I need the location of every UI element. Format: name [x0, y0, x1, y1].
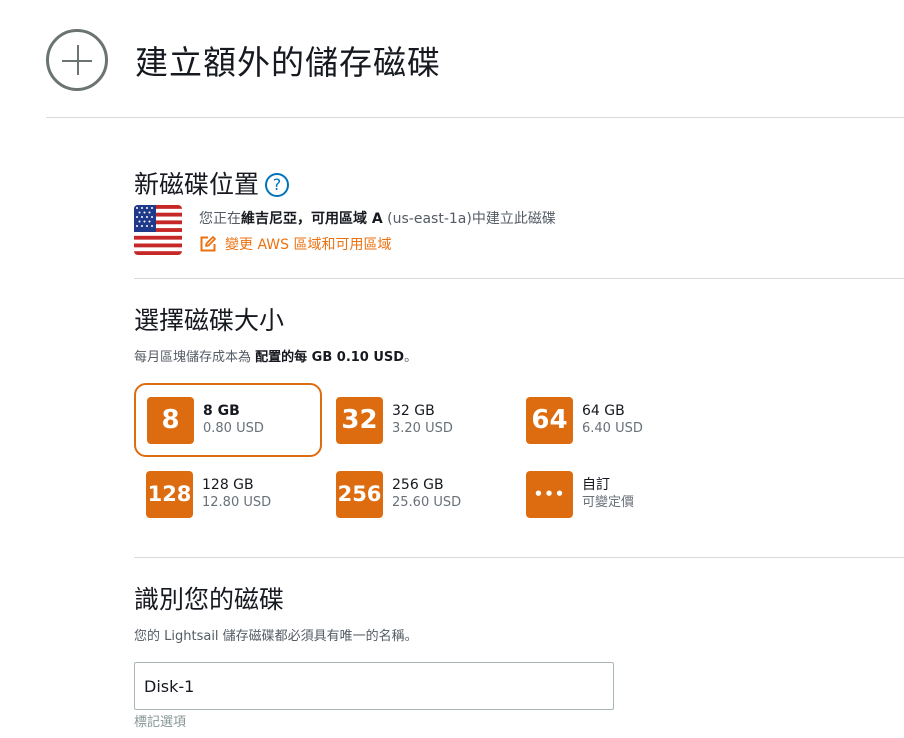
size-option-256gb[interactable]: 256 256 GB 25.60 USD: [325, 457, 513, 531]
location-heading: 新磁碟位置?: [134, 165, 290, 201]
disk-name-input[interactable]: [134, 662, 614, 710]
add-circle-icon: [46, 29, 108, 91]
size-badge: 8: [147, 396, 194, 444]
size-option-custom[interactable]: ••• 自訂 可變定價: [515, 457, 703, 531]
size-gb: 32 GB: [392, 403, 435, 419]
location-prefix: 您正在: [199, 211, 241, 227]
location-heading-text: 新磁碟位置: [134, 170, 260, 199]
section-divider: [134, 278, 904, 279]
size-price: 12.80 USD: [202, 495, 272, 510]
size-price: 0.80 USD: [203, 421, 264, 436]
cost-prefix: 每月區塊儲存成本為: [134, 350, 256, 365]
size-price: 3.20 USD: [392, 421, 453, 436]
size-badge: 128: [146, 470, 193, 518]
cost-suffix: 。: [404, 350, 418, 365]
location-suffix: (us-east-1a)中建立此磁碟: [382, 211, 556, 227]
size-gb: 8 GB: [203, 403, 240, 419]
location-region: 維吉尼亞，可用區域 A: [241, 211, 383, 227]
page-header: 建立額外的儲存磁碟: [46, 29, 441, 91]
size-gb: 256 GB: [392, 477, 444, 493]
size-badge: 64: [526, 396, 573, 444]
location-description: 您正在維吉尼亞，可用區域 A (us-east-1a)中建立此磁碟: [199, 208, 556, 228]
change-region-link[interactable]: 變更 AWS 區域和可用區域: [199, 234, 391, 254]
size-heading: 選擇磁碟大小: [134, 306, 285, 335]
tag-options-link[interactable]: 標記選項: [134, 711, 186, 730]
identify-description: 您的 Lightsail 儲存磁碟都必須具有唯一的名稱。: [134, 629, 418, 644]
size-badge: 32: [336, 396, 383, 444]
size-gb: 128 GB: [202, 477, 254, 493]
page-title: 建立額外的儲存磁碟: [135, 43, 441, 82]
section-divider: [134, 557, 904, 558]
us-flag-icon: [134, 205, 182, 255]
edit-icon: [200, 236, 216, 252]
size-price: 6.40 USD: [582, 421, 643, 436]
change-region-label: 變更 AWS 區域和可用區域: [225, 237, 392, 253]
size-option-64gb[interactable]: 64 64 GB 6.40 USD: [515, 383, 703, 457]
identify-heading: 識別您的磁碟: [134, 585, 285, 614]
cost-rate: 配置的每 GB 0.10 USD: [255, 350, 405, 365]
size-option-128gb[interactable]: 128 128 GB 12.80 USD: [135, 457, 323, 531]
size-gb: 自訂: [582, 477, 610, 493]
more-icon: •••: [526, 470, 573, 518]
size-option-8gb[interactable]: 8 8 GB 0.80 USD: [134, 383, 322, 457]
size-price: 可變定價: [582, 495, 635, 510]
size-gb: 64 GB: [582, 403, 625, 419]
size-badge: 256: [336, 470, 383, 518]
size-option-32gb[interactable]: 32 32 GB 3.20 USD: [325, 383, 513, 457]
header-divider: [46, 117, 904, 118]
help-icon[interactable]: ?: [265, 173, 290, 197]
size-price: 25.60 USD: [392, 495, 462, 510]
size-cost-text: 每月區塊儲存成本為 配置的每 GB 0.10 USD。: [134, 346, 417, 365]
